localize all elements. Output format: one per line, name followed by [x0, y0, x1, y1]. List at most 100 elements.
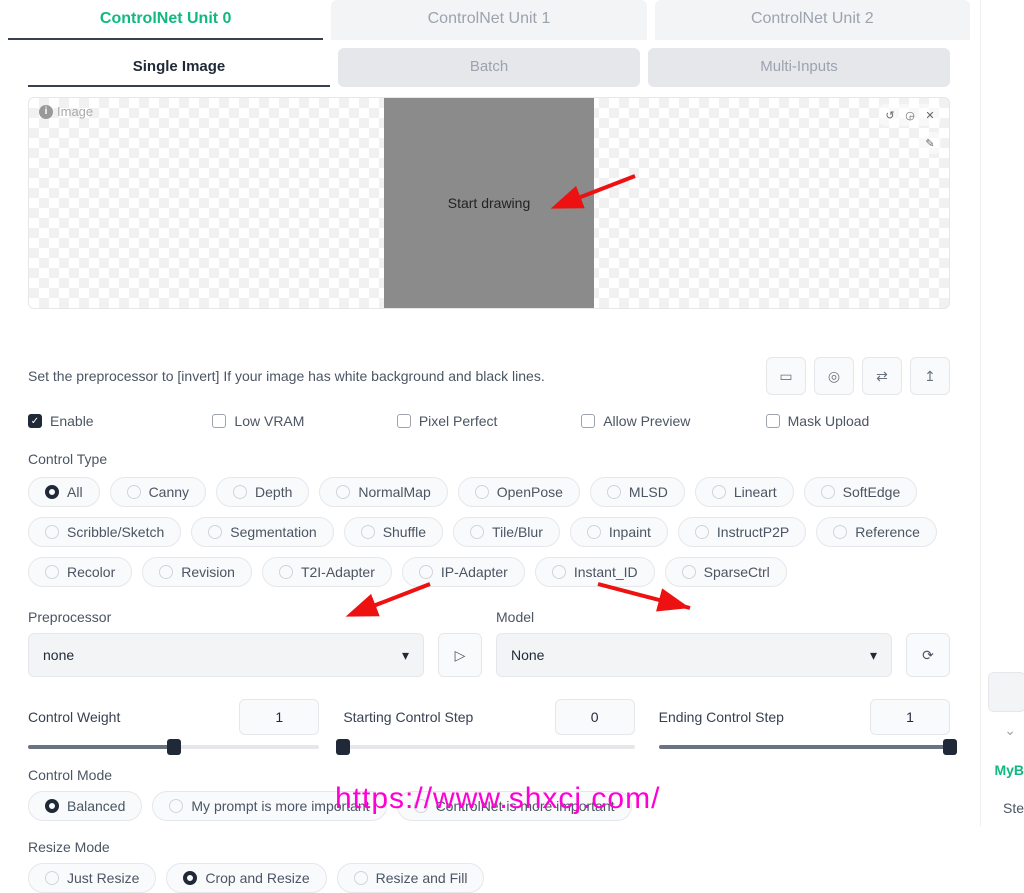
image-toolbar-edit: ✎ [919, 132, 941, 154]
control-type-tile-blur[interactable]: Tile/Blur [453, 517, 560, 547]
control-type-label: T2I-Adapter [301, 564, 375, 580]
tab-multi-inputs[interactable]: Multi-Inputs [648, 48, 950, 87]
control-type-label: All [67, 484, 83, 500]
control-type-segmentation[interactable]: Segmentation [191, 517, 333, 547]
control-type-label: Canny [149, 484, 189, 500]
refresh-models-button[interactable]: ⟳ [906, 633, 950, 677]
control-type-label: Recolor [67, 564, 115, 580]
swap-icon[interactable]: ⇄ [862, 357, 902, 395]
preprocessor-select[interactable]: none ▾ [28, 633, 424, 677]
radio-icon [45, 485, 59, 499]
end-step-input[interactable]: 1 [870, 699, 950, 735]
pixelperfect-checkbox[interactable] [397, 414, 411, 428]
control-type-label: IP-Adapter [441, 564, 508, 580]
resize-crop[interactable]: Crop and Resize [166, 863, 326, 893]
control-type-label: NormalMap [358, 484, 430, 500]
radio-icon [607, 485, 621, 499]
control-type-depth[interactable]: Depth [216, 477, 309, 507]
start-step-label: Starting Control Step [343, 709, 473, 725]
radio-icon [159, 565, 173, 579]
control-type-shuffle[interactable]: Shuffle [344, 517, 443, 547]
tab-unit-2[interactable]: ControlNet Unit 2 [655, 0, 970, 40]
maskupload-label: Mask Upload [788, 413, 870, 429]
control-weight-slider[interactable] [28, 745, 319, 749]
close-icon[interactable]: ✕ [921, 106, 939, 124]
resize-mode-label: Resize Mode [28, 839, 950, 855]
end-step-label: Ending Control Step [659, 709, 784, 725]
resize-just[interactable]: Just Resize [28, 863, 156, 893]
run-preprocessor-button[interactable]: ▷ [438, 633, 482, 677]
control-type-instructp2p[interactable]: InstructP2P [678, 517, 806, 547]
open-new-icon[interactable]: ▭ [766, 357, 806, 395]
control-type-label: OpenPose [497, 484, 563, 500]
radio-icon [682, 565, 696, 579]
tab-single-image[interactable]: Single Image [28, 48, 330, 87]
start-step-input[interactable]: 0 [555, 699, 635, 735]
control-type-softedge[interactable]: SoftEdge [804, 477, 918, 507]
control-type-lineart[interactable]: Lineart [695, 477, 794, 507]
control-type-scribble-sketch[interactable]: Scribble/Sketch [28, 517, 181, 547]
control-type-instant-id[interactable]: Instant_ID [535, 557, 655, 587]
radio-icon [695, 525, 709, 539]
tab-unit-1[interactable]: ControlNet Unit 1 [331, 0, 646, 40]
control-type-t2i-adapter[interactable]: T2I-Adapter [262, 557, 392, 587]
radio-icon [419, 565, 433, 579]
input-mode-tabs: Single Image Batch Multi-Inputs [28, 48, 950, 87]
pencil-icon[interactable]: ✎ [921, 134, 939, 152]
right-panel-box[interactable] [988, 672, 1024, 712]
chevron-down-icon: ▾ [402, 647, 409, 664]
control-type-label: Inpaint [609, 524, 651, 540]
maskupload-checkbox[interactable] [766, 414, 780, 428]
model-select[interactable]: None ▾ [496, 633, 892, 677]
enable-checkbox[interactable] [28, 414, 42, 428]
control-type-label: Lineart [734, 484, 777, 500]
radio-icon [45, 565, 59, 579]
webcam-icon[interactable]: ◎ [814, 357, 854, 395]
image-canvas[interactable]: i Image Start drawing ↺ ◶ ✕ ✎ [28, 97, 950, 309]
tab-unit-0[interactable]: ControlNet Unit 0 [8, 0, 323, 40]
chevron-down-icon[interactable]: ⌄ [1004, 722, 1016, 739]
control-type-reference[interactable]: Reference [816, 517, 937, 547]
control-type-label: Scribble/Sketch [67, 524, 164, 540]
control-type-all[interactable]: All [28, 477, 100, 507]
control-weight-input[interactable]: 1 [239, 699, 319, 735]
control-type-label: Instant_ID [574, 564, 638, 580]
resize-fill[interactable]: Resize and Fill [337, 863, 485, 893]
lowvram-checkbox[interactable] [212, 414, 226, 428]
radio-icon [233, 485, 247, 499]
control-type-mlsd[interactable]: MLSD [590, 477, 685, 507]
allowpreview-label: Allow Preview [603, 413, 690, 429]
radio-icon [208, 525, 222, 539]
control-type-label: MLSD [629, 484, 668, 500]
control-type-inpaint[interactable]: Inpaint [570, 517, 668, 547]
radio-icon [552, 565, 566, 579]
control-type-revision[interactable]: Revision [142, 557, 252, 587]
control-type-openpose[interactable]: OpenPose [458, 477, 580, 507]
send-up-icon[interactable]: ↥ [910, 357, 950, 395]
control-type-canny[interactable]: Canny [110, 477, 206, 507]
radio-icon [279, 565, 293, 579]
chevron-down-icon: ▾ [870, 647, 877, 664]
radio-icon [45, 525, 59, 539]
image-corner-text: Image [57, 104, 93, 119]
image-corner-label: i Image [39, 104, 93, 119]
preprocessor-hint: Set the preprocessor to [invert] If your… [28, 368, 545, 384]
radio-icon [712, 485, 726, 499]
tab-batch[interactable]: Batch [338, 48, 640, 87]
start-step-slider[interactable] [343, 745, 634, 749]
mode-balanced[interactable]: Balanced [28, 791, 142, 821]
image-placeholder[interactable]: Start drawing [384, 98, 594, 308]
control-type-sparsectrl[interactable]: SparseCtrl [665, 557, 787, 587]
control-type-ip-adapter[interactable]: IP-Adapter [402, 557, 525, 587]
radio-icon [475, 485, 489, 499]
control-type-recolor[interactable]: Recolor [28, 557, 132, 587]
erase-icon[interactable]: ◶ [901, 106, 919, 124]
preprocessor-value: none [43, 647, 74, 663]
control-type-label: Revision [181, 564, 235, 580]
control-type-label: SoftEdge [843, 484, 901, 500]
undo-icon[interactable]: ↺ [881, 106, 899, 124]
control-type-normalmap[interactable]: NormalMap [319, 477, 447, 507]
end-step-slider[interactable] [659, 745, 950, 749]
allowpreview-checkbox[interactable] [581, 414, 595, 428]
control-weight-label: Control Weight [28, 709, 120, 725]
